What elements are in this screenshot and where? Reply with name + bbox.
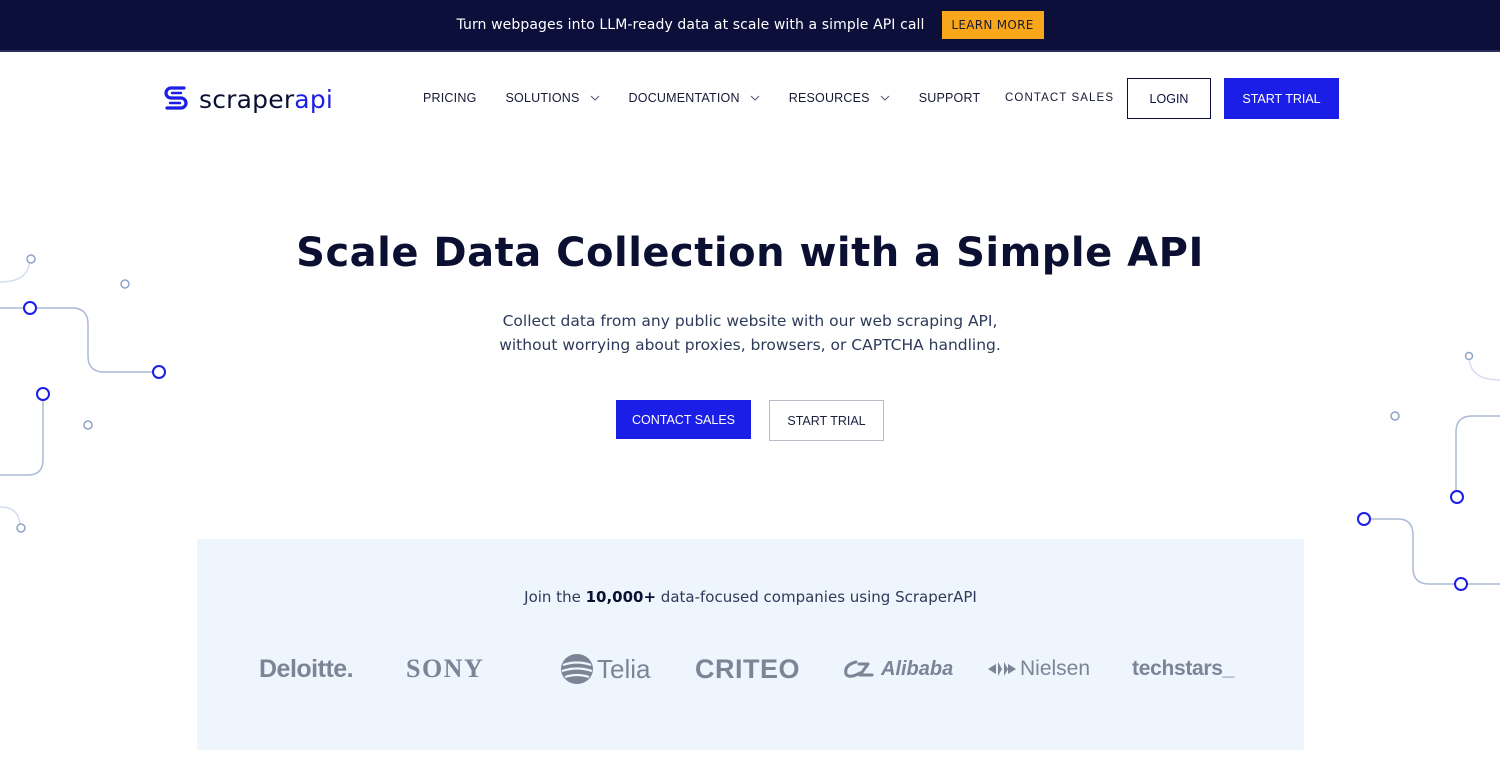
customer-logos-section: Join the 10,000+ data-focused companies … <box>197 539 1304 750</box>
telia-pebble-icon <box>561 654 593 684</box>
nav-item-label: PRICING <box>423 91 477 105</box>
nav-item-resources[interactable]: RESOURCES <box>789 91 890 105</box>
social-proof-prefix: Join the <box>524 588 586 606</box>
hero-title: Scale Data Collection with a Simple API <box>296 230 1204 276</box>
brand-name: SONY <box>406 654 485 683</box>
sony-logo: SONY <box>406 649 484 689</box>
social-proof-suffix: data-focused companies using ScraperAPI <box>656 588 977 606</box>
social-proof-text: Join the 10,000+ data-focused companies … <box>197 588 1304 606</box>
logo-part-1: scraper <box>199 84 295 114</box>
announcement-bar: Turn webpages into LLM-ready data at sca… <box>0 0 1500 52</box>
brand-name: Deloitte. <box>259 654 354 683</box>
nav-item-label: DOCUMENTATION <box>628 91 740 105</box>
telia-logo: Telia <box>560 649 650 689</box>
alibaba-mark-icon <box>844 660 874 678</box>
nav-item-support[interactable]: SUPPORT <box>919 91 981 105</box>
announcement-text: Turn webpages into LLM-ready data at sca… <box>456 17 925 33</box>
techstars-logo: techstars_ <box>1132 649 1234 689</box>
chevron-down-icon <box>750 95 760 101</box>
learn-more-button[interactable]: LEARN MORE <box>941 11 1044 39</box>
nav-menu: PRICING SOLUTIONS DOCUMENTATION RESOURCE… <box>423 91 980 105</box>
alibaba-logo: Alibaba <box>842 649 953 689</box>
scraperapi-logo-icon <box>164 86 188 110</box>
brand-name: Nielsen <box>1020 657 1091 680</box>
brand-name: CRITEO <box>695 653 801 684</box>
nielsen-mark-icon <box>988 662 1016 676</box>
start-trial-button[interactable]: START TRIAL <box>1224 78 1339 119</box>
logo-part-2: api <box>294 84 334 114</box>
main-nav: scraperapi PRICING SOLUTIONS DOCUMENTATI… <box>0 54 1500 144</box>
chevron-down-icon <box>880 95 890 101</box>
nav-item-pricing[interactable]: PRICING <box>423 91 477 105</box>
nav-item-label: SUPPORT <box>918 91 981 105</box>
nav-item-documentation[interactable]: DOCUMENTATION <box>629 91 760 105</box>
company-count: 10,000+ <box>585 588 657 606</box>
hero-subtitle: Collect data from any public website wit… <box>0 309 1500 357</box>
nav-item-label: SOLUTIONS <box>505 91 580 105</box>
nav-item-solutions[interactable]: SOLUTIONS <box>506 91 600 105</box>
criteo-logo: CRITEO <box>695 649 800 689</box>
login-button[interactable]: LOGIN <box>1127 78 1211 119</box>
scraperapi-logo[interactable]: scraperapi <box>162 83 333 115</box>
logo-wordmark: scraperapi <box>199 85 333 114</box>
brand-name: techstars_ <box>1132 657 1235 680</box>
hero-start-trial-button[interactable]: START TRIAL <box>769 400 884 441</box>
hero-subtitle-line-2: without worrying about proxies, browsers… <box>499 336 1001 354</box>
brand-name: Alibaba <box>881 657 954 680</box>
brand-name: Telia <box>597 653 651 684</box>
deloitte-logo: Deloitte. <box>259 649 354 689</box>
chevron-down-icon <box>590 95 599 101</box>
hero-subtitle-line-1: Collect data from any public website wit… <box>502 312 998 330</box>
nielsen-logo: Nielsen <box>988 649 1090 689</box>
nav-item-label: RESOURCES <box>788 91 870 105</box>
hero-contact-sales-button[interactable]: CONTACT SALES <box>616 400 751 439</box>
contact-sales-link[interactable]: CONTACT SALES <box>1005 92 1114 104</box>
